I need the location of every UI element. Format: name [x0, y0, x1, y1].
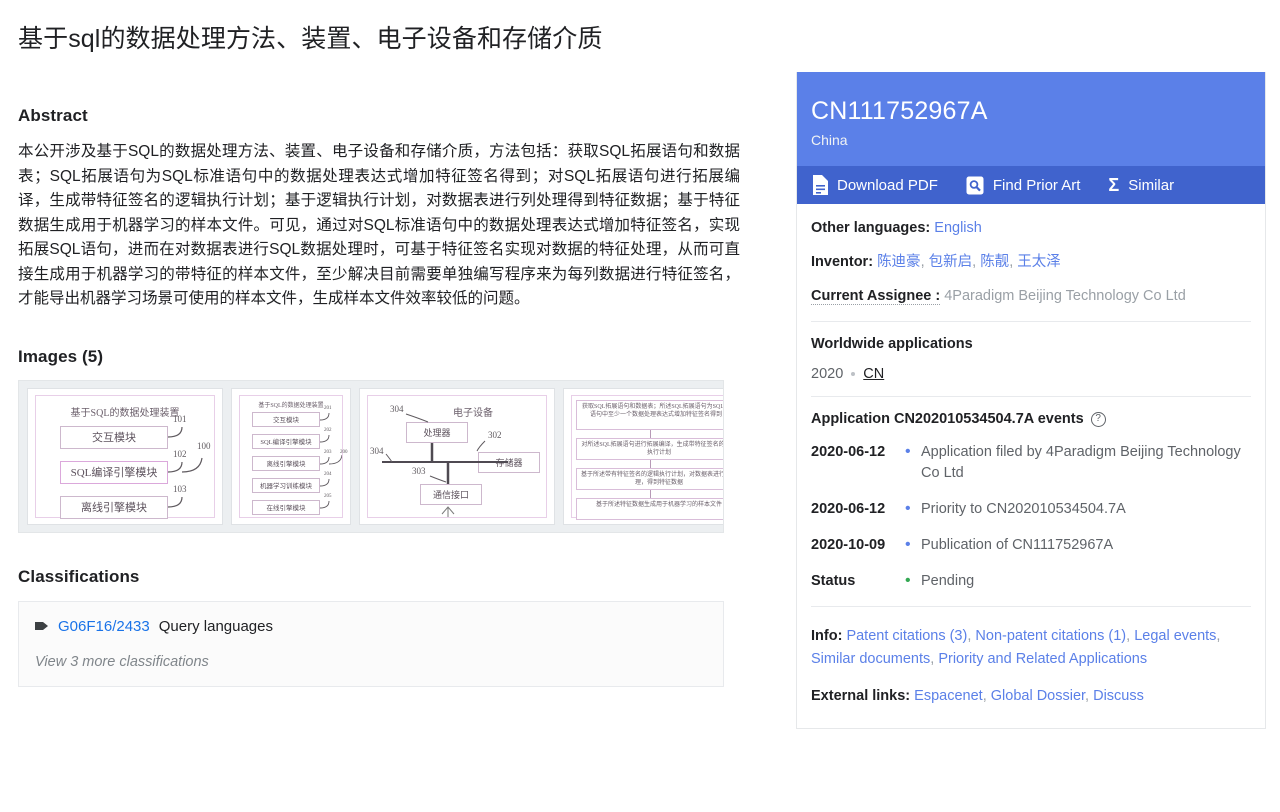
sidebar-action-bar: Download PDF Find Prior Art Σ Similar — [797, 166, 1265, 204]
inventor-row: Inventor: 陈迪豪, 包新启, 陈靓, 王太泽 — [811, 254, 1061, 270]
worldwide-country-link[interactable]: CN — [863, 366, 884, 382]
classifications-card: G06F16/2433 Query languages View 3 more … — [18, 600, 724, 687]
worldwide-application-row: 2020 CN — [811, 366, 1251, 382]
event-text: Application filed by 4Paradigm Beijing T… — [921, 444, 1241, 481]
tag-icon — [35, 620, 49, 633]
figure-1-drawing: 基于SQL的数据处理装置 交互模块 SQL编译引擎模块 离线引擎模块 101 1… — [35, 394, 215, 519]
assignee-row: Current Assignee : 4Paradigm Beijing Tec… — [811, 286, 1251, 307]
figure-4-arrow-1 — [650, 429, 651, 438]
download-pdf-label: Download PDF — [837, 176, 938, 194]
figure-3-bus-lines — [382, 413, 508, 517]
event-row: 2020-06-12 • Application filed by 4Parad… — [811, 442, 1251, 484]
event-bullet-icon: • — [905, 443, 911, 460]
classification-row: G06F16/2433 Query languages — [35, 618, 707, 635]
other-languages-link[interactable]: English — [934, 220, 982, 236]
application-events-title: Application CN202010534504.7A events — [811, 411, 1084, 427]
sigma-icon: Σ — [1108, 175, 1120, 195]
similar-label: Similar — [1128, 176, 1175, 194]
figure-2-leader-lines — [319, 412, 342, 508]
status-label: Status — [811, 573, 856, 589]
worldwide-applications-block: Worldwide applications 2020 CN — [797, 322, 1265, 396]
figure-4-step-3: 基于所述带有特征签名的逻辑执行计划，对数据表进行列处理，得到特征数据 — [576, 467, 723, 490]
worldwide-year: 2020 — [811, 366, 844, 382]
other-languages-label: Other languages: — [811, 220, 931, 236]
similar-button[interactable]: Σ Similar — [1108, 176, 1174, 194]
non-patent-citations-link[interactable]: Non-patent citations (1) — [975, 628, 1126, 644]
legal-events-link[interactable]: Legal events — [1134, 628, 1216, 644]
event-bullet-icon: • — [905, 536, 911, 553]
espacenet-link[interactable]: Espacenet — [914, 688, 983, 704]
status-bullet-icon: • — [905, 572, 911, 589]
figure-4-step-2: 对所述SQL拓展语句进行拓展编译，生成带特征签名的逻辑执行计划 — [576, 437, 723, 460]
classifications-heading: Classifications — [18, 566, 140, 586]
patent-detail-page: 基于sql的数据处理方法、装置、电子设备和存储介质 Abstract 本公开涉及… — [0, 0, 1280, 812]
application-events-heading: Application CN202010534504.7A events ? — [811, 411, 1251, 427]
figure-4-arrow-2 — [650, 459, 651, 468]
inventor-link-3[interactable]: 陈靓 — [980, 254, 1009, 270]
prior-art-search-icon — [966, 176, 984, 195]
view-more-classifications-link[interactable]: View 3 more classifications — [35, 654, 707, 670]
event-date: 2020-06-12 — [811, 501, 886, 517]
figure-4-arrow-3 — [650, 489, 651, 498]
separator-dot-icon — [851, 372, 856, 376]
similar-documents-link[interactable]: Similar documents — [811, 651, 930, 667]
figure-thumbnail-3[interactable]: 电子设备 处理器 存储器 通信接口 304 302 303 304 — [359, 387, 555, 525]
publication-number: CN111752967A — [811, 97, 988, 125]
sidebar-metadata-block: Other languages: English Inventor: 陈迪豪, … — [797, 204, 1265, 321]
inventor-link-2[interactable]: 包新启 — [929, 254, 973, 270]
images-thumbnail-strip[interactable]: 基于SQL的数据处理装置 交互模块 SQL编译引擎模块 离线引擎模块 101 1… — [18, 379, 724, 533]
find-prior-art-button[interactable]: Find Prior Art — [966, 176, 1081, 195]
figure-4-drawing: 获取SQL拓展语句和数据表；所述SQL拓展语句为SQL标准语句中至少一个数据处理… — [571, 394, 723, 520]
event-row: 2020-10-09 • Publication of CN111752967A — [811, 535, 1251, 556]
images-heading: Images (5) — [18, 346, 104, 366]
page-title: 基于sql的数据处理方法、装置、电子设备和存储介质 — [18, 25, 603, 53]
pdf-document-icon — [811, 175, 828, 195]
publication-country: China — [811, 132, 848, 148]
status-badge: Pending — [921, 573, 975, 589]
find-prior-art-label: Find Prior Art — [992, 176, 1081, 194]
links-block: Info: Patent citations (3), Non-patent c… — [797, 607, 1265, 728]
figure-thumbnail-1[interactable]: 基于SQL的数据处理装置 交互模块 SQL编译引擎模块 离线引擎模块 101 1… — [27, 387, 223, 525]
event-text: Publication of CN111752967A — [921, 537, 1114, 553]
external-links-row: External links: Espacenet, Global Dossie… — [811, 688, 1144, 704]
figure-3-drawing: 电子设备 处理器 存储器 通信接口 304 302 303 304 — [367, 394, 547, 518]
worldwide-applications-heading: Worldwide applications — [811, 336, 973, 352]
global-dossier-link[interactable]: Global Dossier — [991, 688, 1085, 704]
status-row: Status • Pending — [811, 571, 1251, 592]
patent-citations-link[interactable]: Patent citations (3) — [846, 628, 967, 644]
discuss-link[interactable]: Discuss — [1093, 688, 1144, 704]
classification-code-link[interactable]: G06F16/2433 — [58, 618, 150, 635]
event-row: 2020-06-12 • Priority to CN202010534504.… — [811, 499, 1251, 520]
figure-thumbnail-4[interactable]: 获取SQL拓展语句和数据表；所述SQL拓展语句为SQL标准语句中至少一个数据处理… — [563, 387, 723, 525]
event-date: 2020-06-12 — [811, 444, 886, 460]
application-events-block: Application CN202010534504.7A events ? 2… — [797, 397, 1265, 606]
figure-4-step-4: 基于所述特征数据生成用于机器学习的样本文件 — [576, 497, 723, 520]
abstract-heading: Abstract — [18, 106, 88, 125]
inventor-link-4[interactable]: 王太泽 — [1017, 254, 1061, 270]
figure-2-drawing: 基于SQL的数据处理装置 交互模块 SQL编译引擎模块 离线引擎模块 机器学习训… — [239, 394, 348, 518]
other-languages-row: Other languages: English — [811, 218, 1251, 239]
patent-info-sidebar: CN111752967A China Download PDF Find Pri… — [796, 72, 1266, 729]
inventor-link-1[interactable]: 陈迪豪 — [877, 254, 921, 270]
info-links-row: Info: Patent citations (3), Non-patent c… — [811, 628, 1221, 667]
help-circle-icon[interactable]: ? — [1090, 411, 1106, 427]
inventor-label: Inventor: — [811, 254, 874, 270]
event-bullet-icon: • — [905, 500, 911, 517]
main-content-column: 基于sql的数据处理方法、装置、电子设备和存储介质 Abstract 本公开涉及… — [0, 0, 780, 687]
sidebar-header: CN111752967A China — [797, 72, 1265, 166]
external-links-label: External links: — [811, 688, 911, 704]
figure-1-leader-lines — [167, 426, 203, 508]
abstract-text: 本公开涉及基于SQL的数据处理方法、装置、电子设备和存储介质，方法包括：获取SQ… — [18, 143, 740, 307]
assignee-value: 4Paradigm Beijing Technology Co Ltd — [944, 288, 1186, 304]
figure-thumbnail-2[interactable]: 基于SQL的数据处理装置 交互模块 SQL编译引擎模块 离线引擎模块 机器学习训… — [231, 387, 351, 525]
download-pdf-button[interactable]: Download PDF — [811, 175, 938, 195]
event-text: Priority to CN202010534504.7A — [921, 501, 1126, 517]
priority-related-applications-link[interactable]: Priority and Related Applications — [938, 651, 1147, 667]
info-label: Info: — [811, 628, 843, 644]
event-date: 2020-10-09 — [811, 537, 886, 553]
figure-4-step-1: 获取SQL拓展语句和数据表；所述SQL拓展语句为SQL标准语句中至少一个数据处理… — [576, 399, 723, 430]
assignee-label: Current Assignee : — [811, 288, 941, 305]
classification-description: Query languages — [158, 617, 273, 635]
